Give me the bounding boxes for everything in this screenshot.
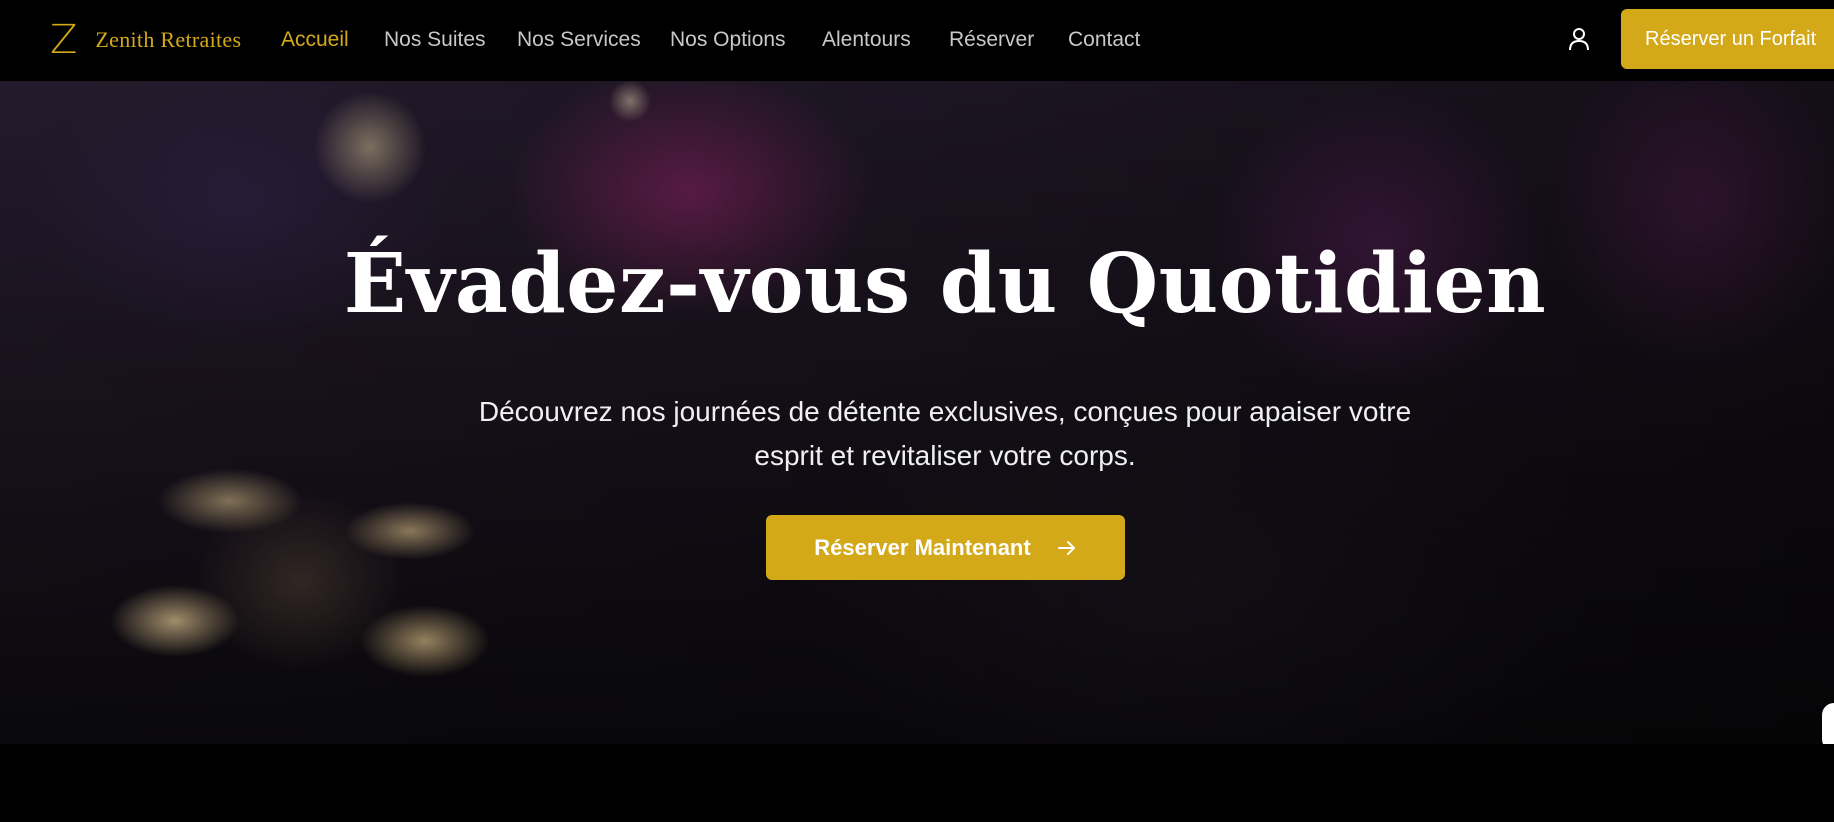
hero-section: Évadez-vous du Quotidien Découvrez nos j… [0, 81, 1834, 744]
floating-side-button[interactable] [1822, 703, 1834, 744]
user-icon[interactable] [1566, 26, 1592, 52]
nav-item-alentours[interactable]: Alentours [822, 24, 911, 56]
brand-logo[interactable]: Z Zenith Retraites [50, 18, 241, 62]
reserve-now-button[interactable]: Réserver Maintenant [766, 515, 1125, 580]
nav-item-contact[interactable]: Contact [1068, 24, 1140, 56]
nav-item-nos-services[interactable]: Nos Services [517, 24, 641, 56]
reserve-package-button[interactable]: Réserver un Forfait [1621, 9, 1834, 69]
top-navbar: Z Zenith Retraites Accueil Nos Suites No… [0, 0, 1834, 81]
hero-subtitle: Découvrez nos journées de détente exclus… [437, 390, 1453, 478]
nav-item-nos-suites[interactable]: Nos Suites [384, 24, 486, 56]
arrow-right-icon [1057, 539, 1077, 557]
brand-logo-letter: Z [50, 17, 78, 63]
hero-title: Évadez-vous du Quotidien [343, 236, 1547, 332]
hero-subtitle-line-2: esprit et revitaliser votre corps. [754, 440, 1136, 471]
nav-item-accueil[interactable]: Accueil [281, 24, 349, 56]
reserve-now-label: Réserver Maintenant [814, 534, 1031, 560]
nav-item-nos-options[interactable]: Nos Options [670, 24, 786, 56]
brand-name: Zenith Retraites [95, 27, 242, 52]
hero-subtitle-line-1: Découvrez nos journées de détente exclus… [478, 396, 1412, 427]
nav-item-reserver[interactable]: Réserver [949, 24, 1034, 56]
